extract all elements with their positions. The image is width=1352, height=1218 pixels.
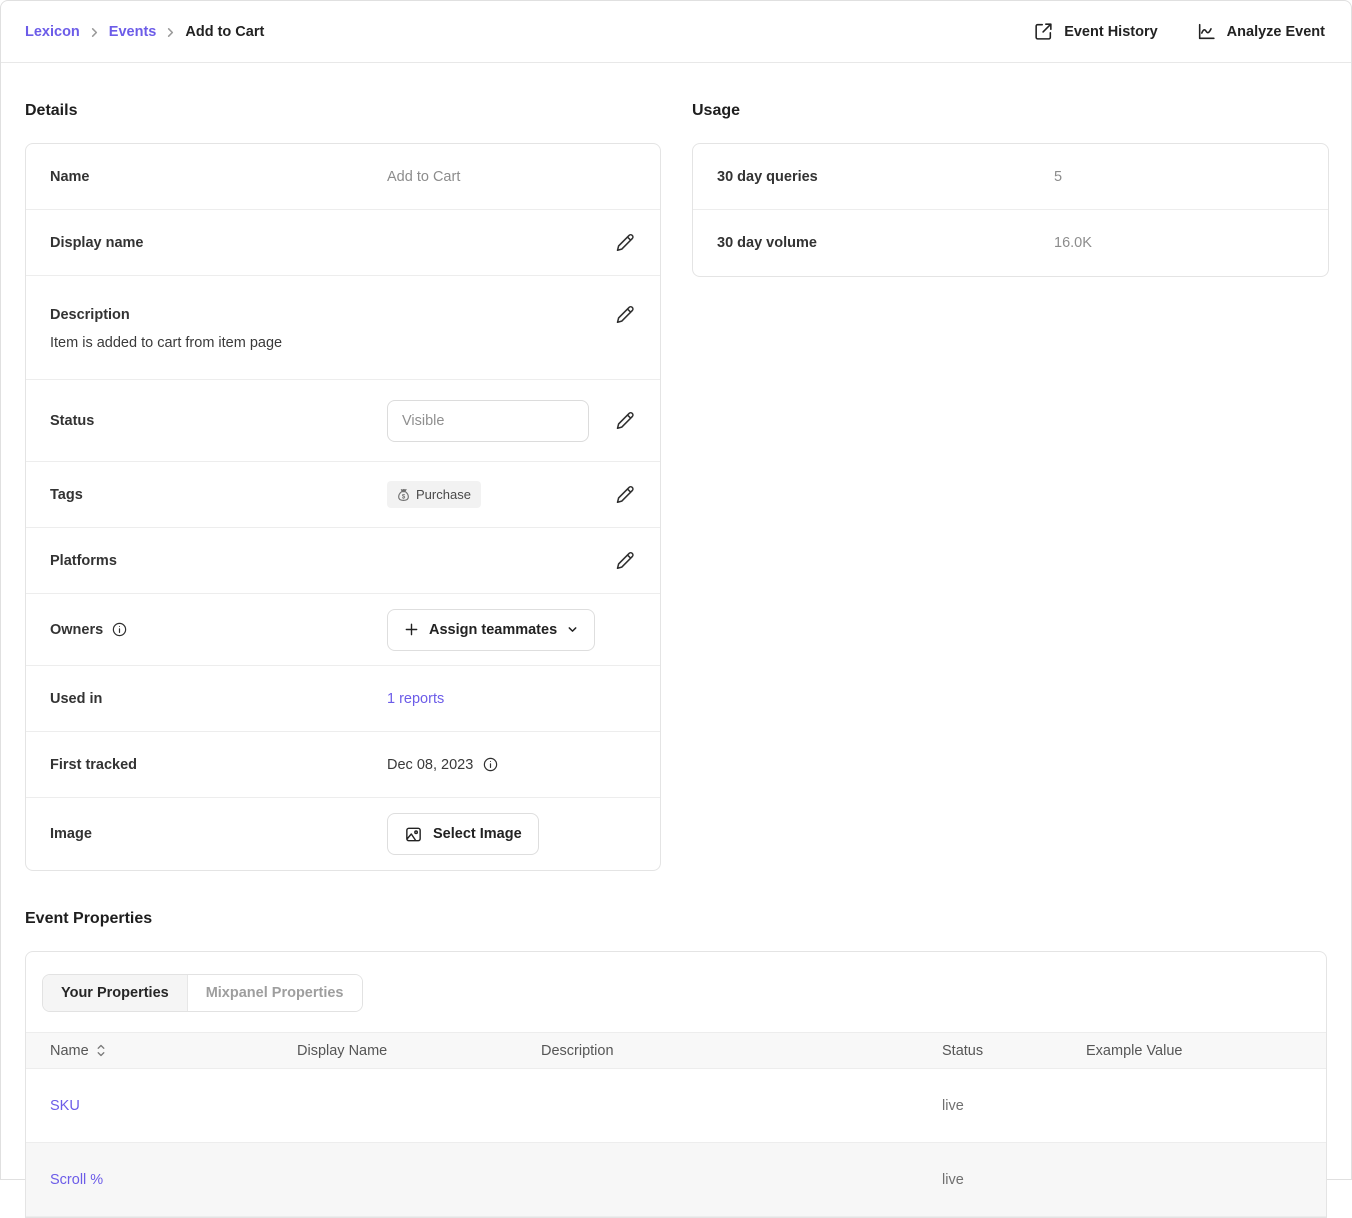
- tab-your-properties[interactable]: Your Properties: [43, 975, 187, 1011]
- breadcrumb-lexicon-link[interactable]: Lexicon: [25, 24, 80, 40]
- detail-row-image: Image Select Image: [26, 798, 660, 870]
- pencil-icon: [614, 410, 636, 432]
- event-history-label: Event History: [1064, 24, 1157, 40]
- event-properties-heading: Event Properties: [25, 910, 1327, 928]
- detail-row-display-name: Display name: [26, 210, 660, 276]
- pencil-icon: [614, 550, 636, 572]
- pencil-icon: [614, 304, 636, 326]
- pencil-icon: [614, 232, 636, 254]
- info-icon[interactable]: [111, 621, 128, 638]
- table-row[interactable]: SKU live: [26, 1069, 1326, 1143]
- details-section: Details Name Add to Cart Display name: [25, 63, 661, 871]
- platforms-label: Platforms: [50, 553, 387, 569]
- name-label: Name: [50, 169, 387, 185]
- tab-mixpanel-properties[interactable]: Mixpanel Properties: [187, 975, 362, 1011]
- usage-row-queries: 30 day queries 5: [693, 144, 1328, 210]
- description-label: Description: [50, 307, 387, 323]
- first-tracked-value: Dec 08, 2023: [387, 757, 473, 773]
- edit-description-button[interactable]: [614, 304, 636, 326]
- column-header-display-name: Display Name: [297, 1043, 541, 1059]
- first-tracked-label: First tracked: [50, 757, 387, 773]
- pencil-icon: [614, 484, 636, 506]
- chevron-down-icon: [567, 624, 578, 635]
- column-header-status: Status: [942, 1043, 1086, 1059]
- info-icon[interactable]: [482, 756, 499, 773]
- assign-teammates-label: Assign teammates: [429, 622, 557, 638]
- usage-section: Usage 30 day queries 5 30 day volume 16.…: [692, 63, 1329, 277]
- usage-card: 30 day queries 5 30 day volume 16.0K: [692, 143, 1329, 277]
- properties-table-header: Name Display Name Description Status Exa…: [26, 1032, 1326, 1069]
- select-image-button[interactable]: Select Image: [387, 813, 539, 855]
- details-heading: Details: [25, 102, 661, 120]
- edit-display-name-button[interactable]: [614, 232, 636, 254]
- detail-row-tags: Tags $ Purchase: [26, 462, 660, 528]
- money-bag-icon: $: [397, 488, 410, 502]
- tags-label: Tags: [50, 487, 387, 503]
- tag-chip-purchase[interactable]: $ Purchase: [387, 481, 481, 508]
- property-status: live: [942, 1098, 1086, 1114]
- details-card: Name Add to Cart Display name Descriptio…: [25, 143, 661, 871]
- chevron-right-icon: [89, 27, 100, 38]
- queries-value: 5: [1054, 169, 1304, 185]
- detail-row-first-tracked: First tracked Dec 08, 2023: [26, 732, 660, 798]
- name-value: Add to Cart: [387, 169, 636, 185]
- status-label: Status: [50, 413, 387, 429]
- edit-tags-button[interactable]: [614, 484, 636, 506]
- property-name-link[interactable]: SKU: [50, 1098, 297, 1114]
- assign-teammates-button[interactable]: Assign teammates: [387, 609, 595, 651]
- status-input[interactable]: [387, 400, 589, 442]
- edit-platforms-button[interactable]: [614, 550, 636, 572]
- volume-label: 30 day volume: [717, 235, 1054, 251]
- tag-chip-label: Purchase: [416, 487, 471, 502]
- event-history-button[interactable]: Event History: [1033, 21, 1157, 42]
- sort-icon[interactable]: [96, 1044, 106, 1057]
- plus-icon: [404, 622, 419, 637]
- detail-row-description: Description Item is added to cart from i…: [26, 276, 660, 380]
- image-icon: [404, 825, 423, 844]
- select-image-label: Select Image: [433, 826, 522, 842]
- column-header-description: Description: [541, 1043, 942, 1059]
- used-in-reports-link[interactable]: 1 reports: [387, 691, 444, 707]
- edit-status-button[interactable]: [614, 410, 636, 432]
- breadcrumb-events-link[interactable]: Events: [109, 24, 157, 40]
- usage-heading: Usage: [692, 102, 1329, 120]
- used-in-label: Used in: [50, 691, 387, 707]
- volume-value: 16.0K: [1054, 235, 1304, 251]
- description-text: Item is added to cart from item page: [50, 335, 636, 351]
- column-header-name[interactable]: Name: [50, 1043, 89, 1059]
- owners-label: Owners: [50, 622, 103, 638]
- line-chart-icon: [1196, 21, 1217, 42]
- event-properties-card: Your Properties Mixpanel Properties Name…: [25, 951, 1327, 1218]
- usage-row-volume: 30 day volume 16.0K: [693, 210, 1328, 276]
- display-name-label: Display name: [50, 235, 387, 251]
- detail-row-used-in: Used in 1 reports: [26, 666, 660, 732]
- topbar: Lexicon Events Add to Cart Event History: [1, 1, 1351, 63]
- column-header-example-value: Example Value: [1086, 1043, 1302, 1059]
- detail-row-owners: Owners Assign teammates: [26, 594, 660, 666]
- breadcrumb: Lexicon Events Add to Cart: [25, 24, 264, 40]
- event-properties-section: Event Properties Your Properties Mixpane…: [25, 910, 1327, 1218]
- chevron-right-icon: [165, 27, 176, 38]
- external-link-icon: [1033, 21, 1054, 42]
- detail-row-platforms: Platforms: [26, 528, 660, 594]
- properties-tabs: Your Properties Mixpanel Properties: [26, 952, 1326, 1032]
- analyze-event-button[interactable]: Analyze Event: [1196, 21, 1325, 42]
- image-label: Image: [50, 826, 387, 842]
- topbar-actions: Event History Analyze Event: [1033, 21, 1325, 42]
- table-row[interactable]: Scroll % live: [26, 1143, 1326, 1217]
- queries-label: 30 day queries: [717, 169, 1054, 185]
- detail-row-name: Name Add to Cart: [26, 144, 660, 210]
- analyze-event-label: Analyze Event: [1227, 24, 1325, 40]
- breadcrumb-current-event: Add to Cart: [185, 24, 264, 40]
- detail-row-status: Status: [26, 380, 660, 462]
